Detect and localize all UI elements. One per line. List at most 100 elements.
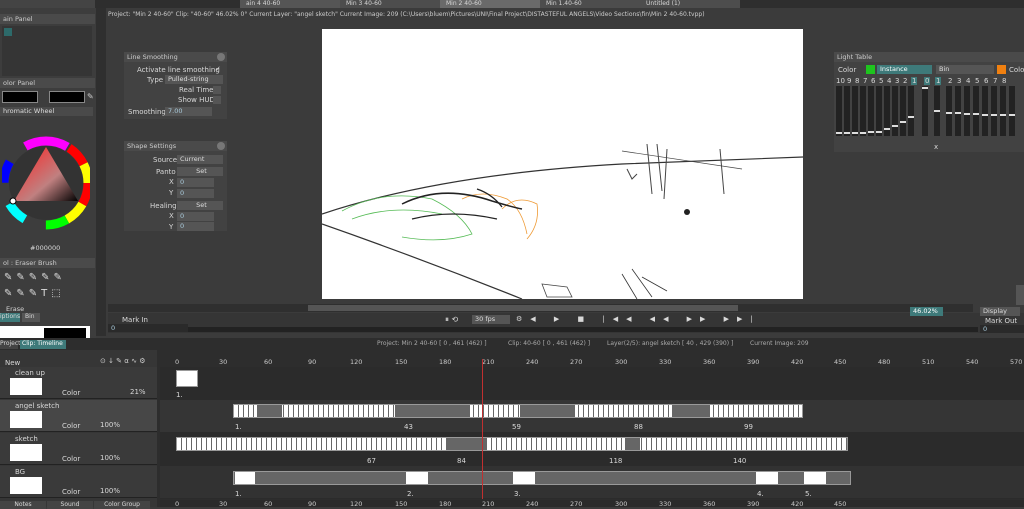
clip-mark: 43 xyxy=(404,423,413,431)
lt-sliders[interactable] xyxy=(836,86,1024,144)
lt-num: 8 xyxy=(1002,77,1007,85)
clip-gap xyxy=(395,405,470,417)
color-panel-title: olor Panel xyxy=(0,78,95,88)
wheel-mode-select[interactable]: hromatic Wheel xyxy=(0,107,93,116)
main-tools-grid[interactable] xyxy=(2,26,92,76)
clip-gap xyxy=(625,438,640,450)
source-select[interactable]: Current xyxy=(177,155,223,164)
secondary-color-swatch[interactable] xyxy=(49,91,85,103)
tab-untitled[interactable]: Untitled (1) xyxy=(640,0,740,8)
activate-smoothing-checkbox[interactable]: ✓ xyxy=(215,65,221,73)
lt-numbers-row: 10 9 8 7 6 5 4 3 2 1 0 1 2 3 4 5 6 7 8 xyxy=(836,77,1024,85)
clip-mark: 59 xyxy=(512,423,521,431)
lt-color-label: Color xyxy=(838,66,857,74)
lt-num: 7 xyxy=(993,77,998,85)
tab-project[interactable]: Project xyxy=(0,340,21,349)
panto-label: Panto xyxy=(156,168,176,176)
brush-presets-grid[interactable]: ✎✎✎✎✎ ✎✎✎T⬚ xyxy=(4,270,78,304)
mark-in-input[interactable]: 0 xyxy=(108,324,188,332)
mark-out-input[interactable]: 0 xyxy=(980,325,1024,333)
tab-min1[interactable]: Min 1.40-60 xyxy=(540,0,640,8)
lt-bin-select[interactable]: Bin xyxy=(936,65,994,74)
showhud-label: Show HUD xyxy=(178,96,215,104)
layer-name: BG xyxy=(15,468,26,476)
canvas-scrollbar[interactable] xyxy=(108,304,973,312)
lt-orange-swatch[interactable] xyxy=(997,65,1006,74)
clip-mark: 1. xyxy=(235,423,242,431)
tab-min4[interactable]: ain 4 40-60 xyxy=(240,0,340,8)
type-label: Type xyxy=(147,76,164,84)
type-select[interactable]: Pulled-string xyxy=(165,75,223,84)
layer-opacity[interactable]: 100% xyxy=(100,421,120,429)
ruler-tick: 180 xyxy=(439,358,452,366)
display-select[interactable]: Display xyxy=(980,307,1020,316)
layer-opacity[interactable]: 21% xyxy=(130,388,146,396)
realtime-checkbox[interactable] xyxy=(213,86,221,94)
clip-strip-clean-up[interactable] xyxy=(176,370,198,387)
right-collapse-handle[interactable] xyxy=(1016,285,1024,305)
tab-min3[interactable]: Min 3 40-60 xyxy=(340,0,440,8)
layer-angel-sketch[interactable]: angel sketch Color 100% xyxy=(0,400,157,432)
fps-select[interactable]: 30 fps xyxy=(472,315,510,324)
timeline-ruler[interactable]: 0 30 60 90 120 150 180 210 240 270 300 3… xyxy=(160,358,1024,366)
clip-strip-sketch[interactable] xyxy=(176,437,848,451)
shape-settings-panel: Shape Settings Source Current Panto Set … xyxy=(124,141,227,231)
tab-clip-timeline[interactable]: Clip: Timeline xyxy=(20,340,66,349)
ruler-tick: 60 xyxy=(264,358,273,366)
primary-color-swatch[interactable] xyxy=(2,91,38,103)
loop-icon[interactable]: ⏸ ⟲ xyxy=(445,315,458,325)
clip-strip-angel-sketch[interactable] xyxy=(233,404,803,418)
tab-color-group[interactable]: Color Group xyxy=(94,501,150,509)
panto-x-input[interactable]: 0 xyxy=(177,178,214,187)
lt-num: 6 xyxy=(984,77,989,85)
close-icon[interactable] xyxy=(217,142,225,150)
clip-gap xyxy=(257,405,282,417)
lt-num: 5 xyxy=(879,77,884,85)
toolbar-icons[interactable] xyxy=(0,0,95,8)
playhead[interactable] xyxy=(482,359,483,499)
lt-num: 3 xyxy=(957,77,962,85)
smoothing-label: Smoothing xyxy=(128,108,166,116)
mark-out-label: Mark Out xyxy=(985,317,1018,325)
healing-set-button[interactable]: Set xyxy=(177,201,223,210)
layer-opacity[interactable]: 100% xyxy=(100,454,120,462)
tab-label: ain 4 40-60 xyxy=(246,0,281,7)
tab-sound[interactable]: Sound xyxy=(47,501,93,509)
timeline-mini-scrubber[interactable] xyxy=(188,327,978,332)
smoothing-input[interactable]: 7.00 xyxy=(165,107,212,116)
ruler-tick: 510 xyxy=(922,358,935,366)
hex-color-value: #000000 xyxy=(30,244,61,252)
layer-opacity[interactable]: 100% xyxy=(100,487,120,495)
close-icon[interactable] xyxy=(217,53,225,61)
zoom-input[interactable]: 46.02% xyxy=(910,307,943,316)
new-layer-button[interactable]: New xyxy=(5,359,20,367)
eyedropper-icon[interactable]: ✎ xyxy=(87,92,94,102)
lt-instance-select[interactable]: Instance xyxy=(877,65,932,74)
layer-toolbar-icons[interactable]: ⊙ ↓ ✎ α ∿ ⚙ xyxy=(100,357,145,365)
layer-bg[interactable]: BG Color 100% xyxy=(0,466,157,498)
tab-min2[interactable]: Min 2 40-60 xyxy=(440,0,540,8)
tab-options[interactable]: iptions xyxy=(0,313,20,322)
lt-num: 4 xyxy=(966,77,971,85)
clip-mark: 88 xyxy=(634,423,643,431)
layer-clean-up[interactable]: clean up Color 21% xyxy=(0,367,157,399)
track-area[interactable]: 1. 1. 43 59 88 99 67 84 118 140 1. 2. 3.… xyxy=(160,359,1024,499)
panto-set-button[interactable]: Set xyxy=(177,167,223,176)
tab-notes[interactable]: Notes xyxy=(0,501,46,509)
showhud-checkbox[interactable] xyxy=(213,96,221,104)
bg-frame xyxy=(235,472,255,484)
layer-sketch[interactable]: sketch Color 100% xyxy=(0,433,157,465)
healing-y-input[interactable]: 0 xyxy=(177,222,214,231)
playback-buttons[interactable]: ⚙◀ ▶ ■ |◀◀ ◀◀ ▶▶ ▶▶| xyxy=(516,315,753,323)
left-dock-scrollbar[interactable] xyxy=(96,8,106,336)
tab-bin[interactable]: Bin xyxy=(22,313,40,322)
healing-x-input[interactable]: 0 xyxy=(177,212,214,221)
bg-frame xyxy=(804,472,826,484)
drawing-canvas[interactable] xyxy=(321,29,804,300)
ruler-tick: 390 xyxy=(747,358,760,366)
layer-name: clean up xyxy=(15,369,45,377)
clip-gap xyxy=(447,438,487,450)
color-wheel[interactable] xyxy=(0,120,93,248)
panto-y-input[interactable]: 0 xyxy=(177,189,214,198)
lt-green-swatch[interactable] xyxy=(866,65,875,74)
